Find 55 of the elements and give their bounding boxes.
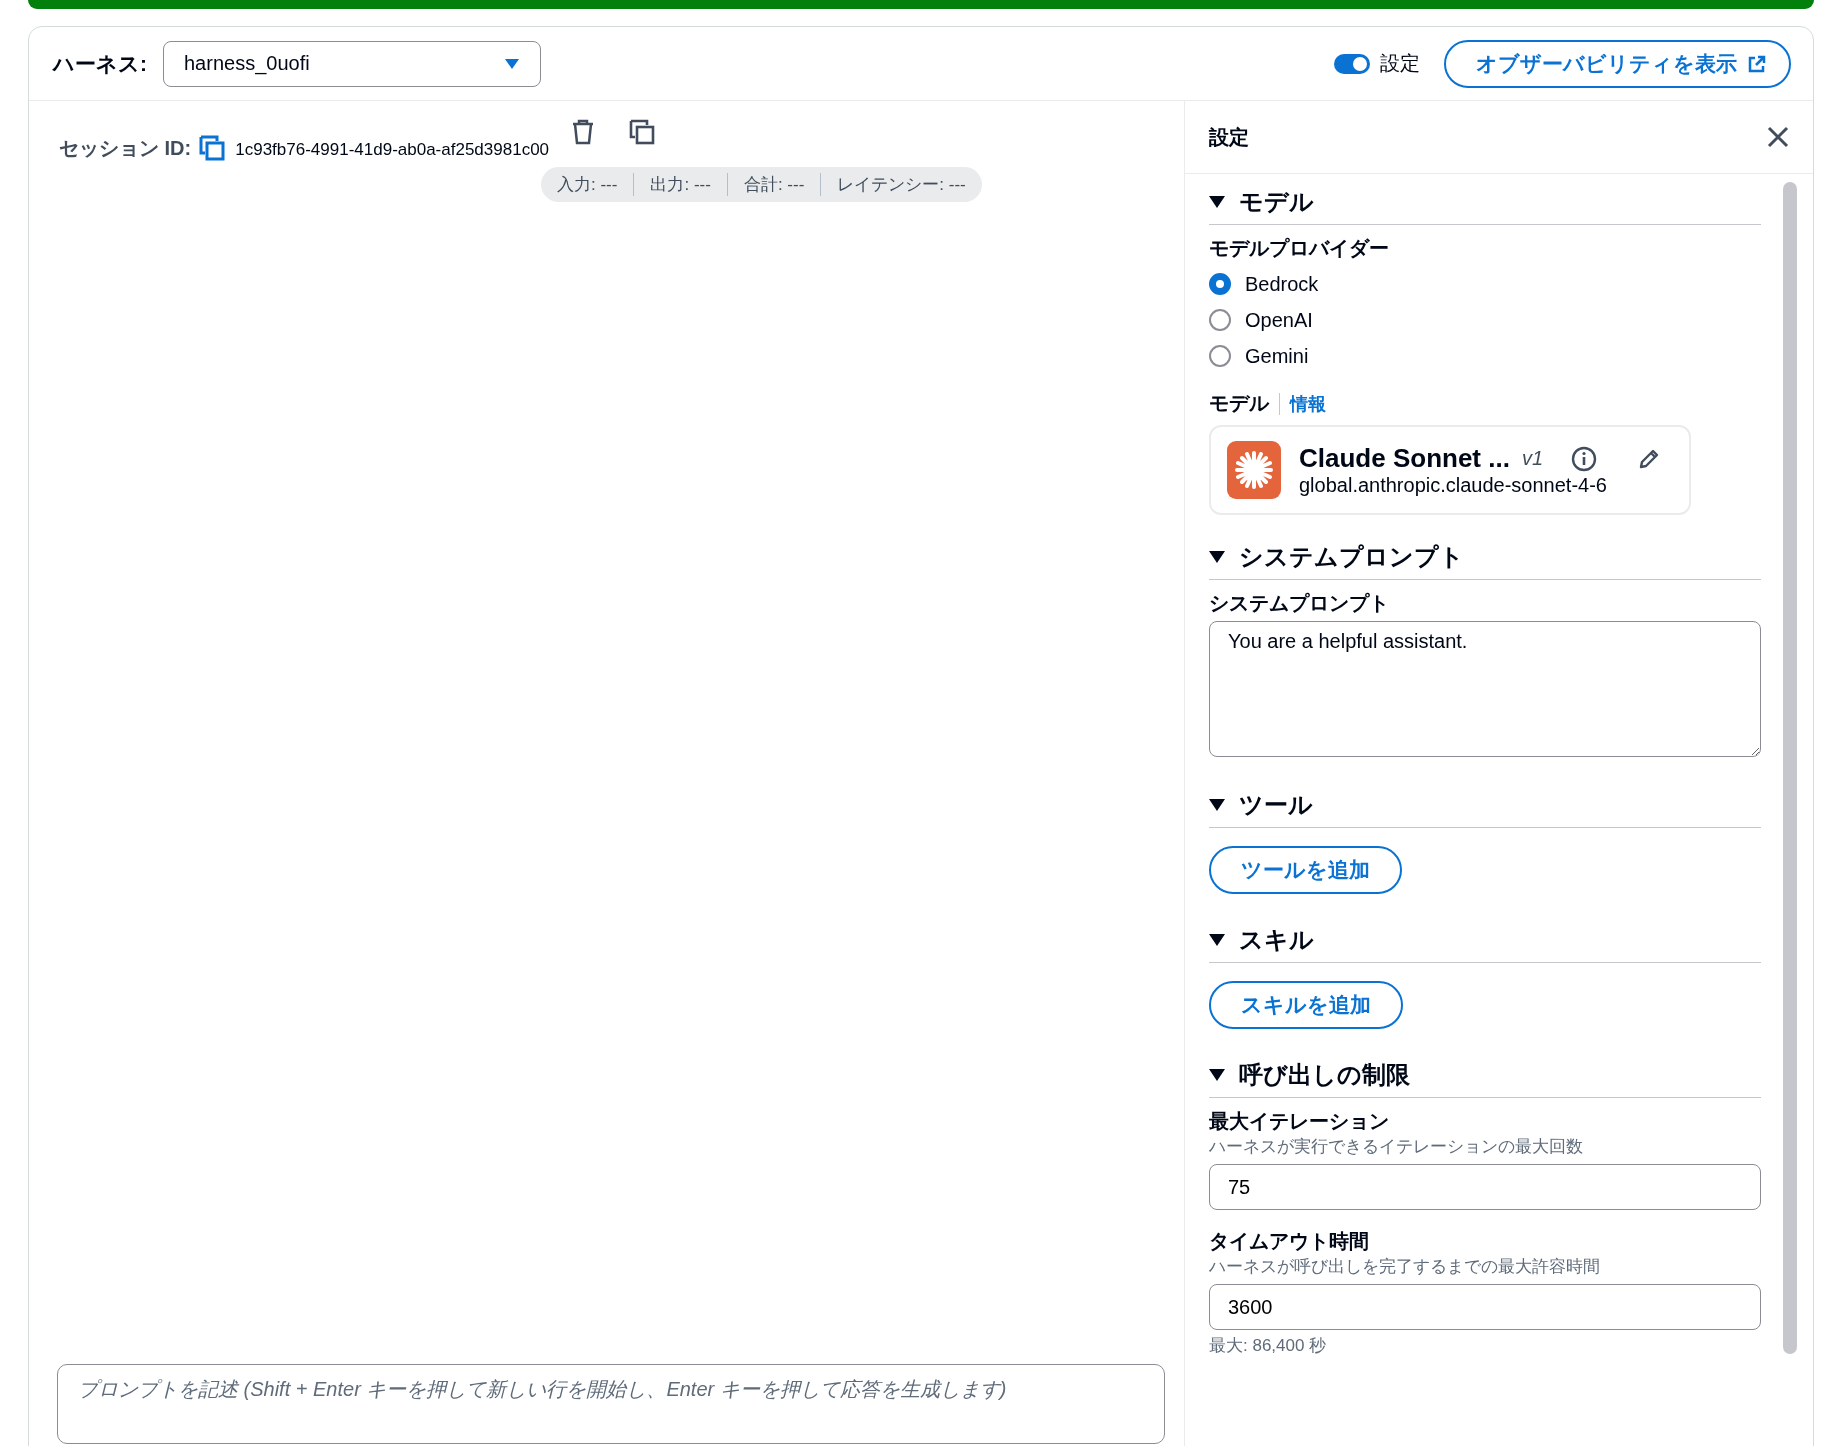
radio-option[interactable]: OpenAI (1209, 302, 1761, 338)
radio-option[interactable]: Gemini (1209, 338, 1761, 374)
model-id: global.anthropic.claude-sonnet-4-6 (1299, 474, 1608, 497)
panel-title: 設定 (1209, 124, 1249, 150)
input-field[interactable]: 75 (1209, 1164, 1761, 1210)
observability-button[interactable]: オブザーバビリティを表示 (1444, 39, 1791, 88)
field-label: モデルプロバイダー (1209, 236, 1390, 261)
session-label: セッション ID: (59, 137, 192, 159)
input-field[interactable]: 3600 (1209, 1284, 1761, 1330)
close-icon[interactable] (1767, 126, 1789, 148)
session-id: 1c93fb76-4991-41d9-ab0a-af25d3981c00 (235, 140, 550, 159)
section-header[interactable]: スキル (1209, 916, 1761, 963)
add-button[interactable]: ツールを追加 (1209, 846, 1402, 894)
field-label: システムプロンプト (1209, 591, 1390, 616)
system-prompt-field[interactable]: You are a helpful assistant. (1209, 621, 1761, 757)
metric: 入力: --- (556, 174, 619, 196)
model-name: Claude Sonnet ... (1299, 443, 1510, 474)
caret-icon (1209, 798, 1225, 812)
caret-icon (1209, 933, 1225, 947)
add-button[interactable]: スキルを追加 (1209, 981, 1403, 1029)
copy-icon[interactable] (199, 135, 226, 161)
info-icon[interactable] (1571, 445, 1598, 472)
section-header[interactable]: システムプロンプト (1209, 533, 1761, 580)
field-label: タイムアウト時間 (1209, 1229, 1370, 1254)
caret-icon (1209, 550, 1225, 564)
toggle-label: 設定 (1380, 51, 1420, 76)
copy-icon[interactable] (629, 119, 655, 145)
field-label: モデル (1209, 391, 1269, 416)
caret-icon (1209, 1068, 1225, 1082)
field-description: ハーネスが呼び出しを完了するまでの最大許容時間 (1209, 1256, 1601, 1278)
external-link-icon (1747, 53, 1767, 74)
metric: レイテンシー: --- (820, 173, 982, 196)
metric: 出力: --- (633, 173, 727, 196)
caret-icon (504, 57, 520, 70)
radio-button[interactable] (1209, 345, 1231, 367)
radio-option[interactable]: Bedrock (1209, 266, 1761, 302)
model-version: v1 (1521, 447, 1544, 470)
info-link[interactable]: 情報 (1290, 391, 1326, 416)
field-description: ハーネスが実行できるイテレーションの最大回数 (1209, 1136, 1584, 1158)
caret-icon (1209, 195, 1225, 209)
section-header[interactable]: ツール (1209, 781, 1761, 828)
starburst-logo-icon (1227, 441, 1281, 499)
prompt-input[interactable]: プロンプトを記述 (Shift + Enter キーを押して新しい行を開始し、Enter キーを押して応答を生成します) (57, 1364, 1165, 1444)
metric: 合計: --- (726, 173, 821, 196)
trash-icon[interactable] (571, 119, 595, 145)
radio-button[interactable] (1209, 309, 1231, 331)
section-header[interactable]: 呼び出しの制限 (1209, 1051, 1761, 1098)
field-hint: 最大: 86,400 秒 (1209, 1335, 1328, 1357)
settings-toggle[interactable] (1334, 53, 1370, 74)
scrollbar[interactable] (1783, 182, 1797, 1354)
field-label: 最大イテレーション (1209, 1109, 1390, 1134)
harness-select[interactable]: harness_0uofi (163, 40, 541, 87)
section-header[interactable]: モデル (1209, 178, 1761, 225)
radio-button[interactable] (1209, 273, 1231, 295)
harness-label: ハーネス: (53, 50, 147, 77)
